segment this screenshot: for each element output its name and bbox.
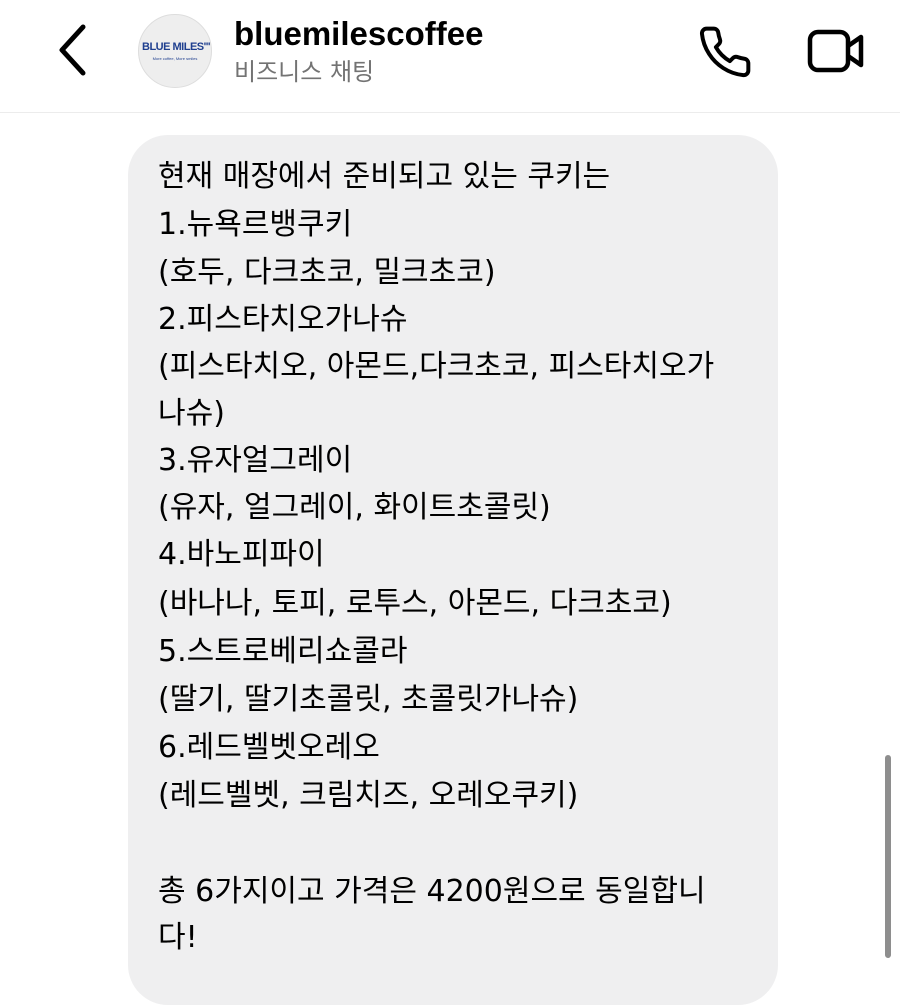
message-line: 2.피스타치오가나슈	[158, 302, 408, 337]
avatar[interactable]: BLUE MILES'''' More coffee, More smiles	[138, 14, 212, 88]
account-subtitle: 비즈니스 채팅	[234, 58, 375, 86]
message-line: (바나나, 토피, 로투스, 아몬드, 다크초코)	[158, 586, 672, 621]
video-camera-icon	[807, 29, 864, 73]
message-line: 1.뉴욕르뱅쿠키	[158, 207, 353, 242]
message-line: 나슈)	[158, 396, 225, 431]
message-line: 5.스트로베리쇼콜라	[158, 634, 408, 669]
message-line: (피스타치오, 아몬드,다크초코, 피스타치오가	[158, 349, 715, 384]
message-line: 현재 매장에서 준비되고 있는 쿠키는	[158, 159, 611, 194]
message-line: (레드벨벳, 크림치즈, 오레오쿠키)	[158, 778, 579, 813]
chevron-left-icon	[59, 24, 86, 76]
message-line: 3.유자얼그레이	[158, 443, 353, 478]
message-line: (딸기, 딸기초콜릿, 초콜릿가나슈)	[158, 682, 579, 717]
message-line: 총 6가지이고 가격은 4200원으로 동일합니	[158, 874, 706, 909]
chat-header: BLUE MILES'''' More coffee, More smiles …	[0, 0, 900, 113]
message-line: 6.레드벨벳오레오	[158, 730, 380, 765]
message-line: 4.바노피파이	[158, 537, 325, 572]
brand-logo: BLUE MILES''''	[142, 41, 212, 53]
phone-icon	[699, 26, 751, 78]
account-name[interactable]: bluemilescoffee	[234, 14, 483, 54]
video-call-button[interactable]	[806, 26, 866, 76]
scrollbar[interactable]	[885, 755, 891, 958]
message-line: 다!	[158, 920, 198, 955]
call-button[interactable]	[697, 24, 753, 80]
message-line: (호두, 다크초코, 밀크초코)	[158, 255, 496, 290]
back-button[interactable]	[50, 22, 98, 78]
message-line: (유자, 얼그레이, 화이트초콜릿)	[158, 490, 551, 525]
brand-tagline: More coffee, More smiles	[152, 56, 198, 61]
